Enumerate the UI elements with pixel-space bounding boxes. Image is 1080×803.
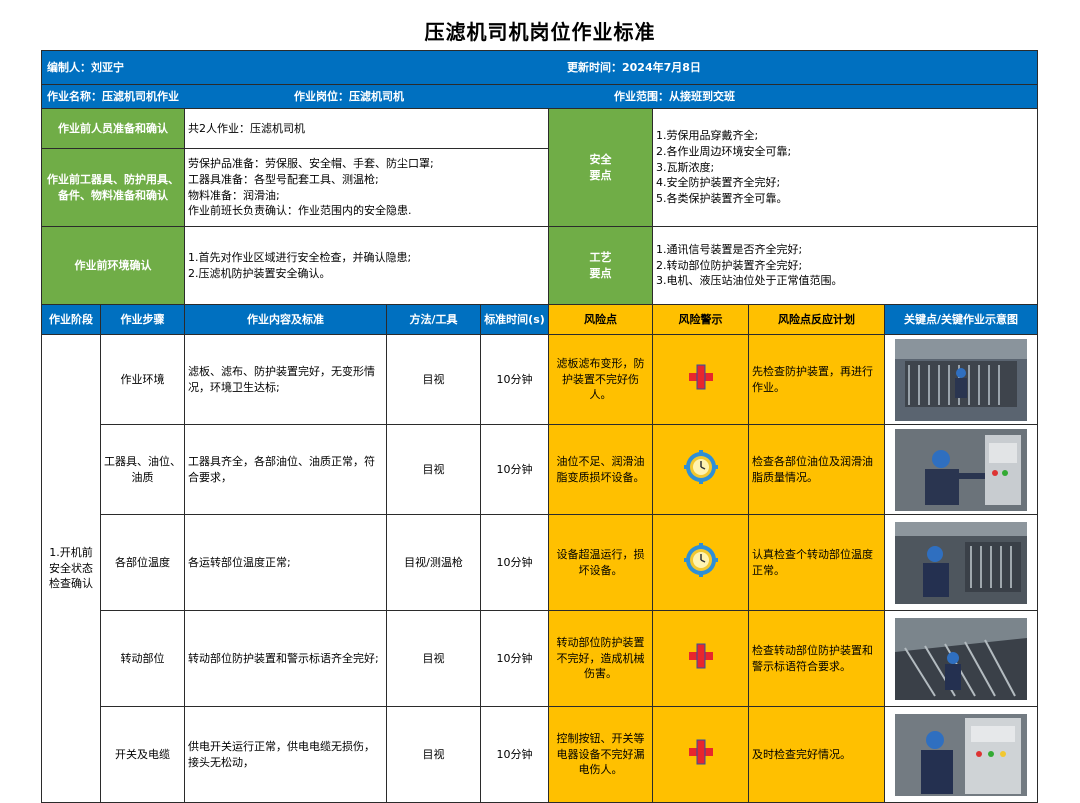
content-cell: 滤板、滤布、防护装置完好，无变形情况，环境卫生达标; xyxy=(184,334,387,425)
table-row: 转动部位 转动部位防护装置和警示标语齐全完好; 目视 10分钟 转动部位防护装置… xyxy=(42,610,1039,707)
risk-cell: 滤板滤布变形，防护装置不完好伤人。 xyxy=(548,334,653,425)
table-row: 开关及电缆 供电开关运行正常，供电电缆无损伤，接头无松动， 目视 10分钟 控制… xyxy=(42,706,1039,803)
risk-cell: 转动部位防护装置不完好，造成机械伤害。 xyxy=(548,610,653,707)
diagram-photo xyxy=(883,706,1039,803)
method-cell: 目视 xyxy=(386,424,481,515)
diagram-photo xyxy=(883,610,1039,707)
risk-cell: 油位不足、润滑油脂变质损坏设备。 xyxy=(548,424,653,515)
content-cell: 供电开关运行正常，供电电缆无损伤，接头无松动， xyxy=(184,706,387,803)
content-cell: 转动部位防护装置和警示标语齐全完好; xyxy=(184,610,387,707)
plan-cell: 先检查防护装置，再进行作业。 xyxy=(748,334,885,425)
diagram-photo xyxy=(883,514,1039,611)
col-warning: 风险警示 xyxy=(652,304,749,335)
step-cell: 开关及电缆 xyxy=(100,706,185,803)
plan-cell: 检查转动部位防护装置和警示标语符合要求。 xyxy=(748,610,885,707)
editor-label: 编制人：刘亚宁 xyxy=(47,60,124,74)
tools-label: 作业前工器具、防护用具、备件、物料准备和确认 xyxy=(41,148,185,227)
col-stage: 作业阶段 xyxy=(41,304,101,335)
table-row: 各部位温度 各运转部位温度正常; 目视/测温枪 10分钟 设备超温运行，损坏设备… xyxy=(42,514,1039,611)
col-risk: 风险点 xyxy=(548,304,653,335)
process-points: 1.通讯信号装置是否齐全完好; 2.转动部位防护装置齐全完好; 3.电机、液压站… xyxy=(651,226,1039,305)
safety-label: 安全 要点 xyxy=(548,108,653,227)
job-name-label: 作业名称：压滤机司机作业 xyxy=(47,89,179,103)
table-row: 工器具、油位、油质 工器具齐全，各部油位、油质正常，符合要求， 目视 10分钟 … xyxy=(42,424,1039,515)
plan-cell: 认真检查个转动部位温度正常。 xyxy=(748,514,885,611)
step-cell: 作业环境 xyxy=(100,334,185,425)
method-cell: 目视 xyxy=(386,334,481,425)
diagram-photo xyxy=(883,424,1039,515)
gear-clock-icon xyxy=(652,514,749,611)
table-row: 1.开机前安全状态检查确认 作业环境 滤板、滤布、防护装置完好，无变形情况，环境… xyxy=(41,334,1039,803)
page-title: 压滤机司机岗位作业标准 xyxy=(424,20,656,44)
process-label: 工艺 要点 xyxy=(548,226,653,305)
col-time: 标准时间(s) xyxy=(480,304,549,335)
plan-cell: 及时检查完好情况。 xyxy=(748,706,885,803)
method-cell: 目视 xyxy=(386,610,481,707)
col-diagram: 关键点/关键作业示意图 xyxy=(883,304,1039,335)
job-post-label: 作业岗位：压滤机司机 xyxy=(294,89,404,103)
method-cell: 目视 xyxy=(386,706,481,803)
col-method: 方法/工具 xyxy=(386,304,481,335)
header-row-1: 编制人：刘亚宁 更新时间：2024年7月8日 xyxy=(40,50,1039,85)
step-cell: 转动部位 xyxy=(100,610,185,707)
plan-cell: 检查各部位油位及润滑油脂质量情况。 xyxy=(748,424,885,515)
header-row-2: 作业名称：压滤机司机作业 作业岗位：压滤机司机 作业范围：从接班到交班 xyxy=(40,84,1039,109)
risk-cell: 控制按钮、开关等电器设备不完好漏电伤人。 xyxy=(548,706,653,803)
job-scope-label: 作业范围：从接班到交班 xyxy=(614,89,735,103)
col-step: 作业步骤 xyxy=(100,304,185,335)
red-cross-icon xyxy=(652,706,749,803)
diagram-photo xyxy=(883,334,1039,425)
risk-cell: 设备超温运行，损坏设备。 xyxy=(548,514,653,611)
standard-sheet: 编制人：刘亚宁 更新时间：2024年7月8日 作业名称：压滤机司机作业 作业岗位… xyxy=(40,50,1039,803)
gear-clock-icon xyxy=(652,424,749,515)
content-cell: 工器具齐全，各部油位、油质正常，符合要求， xyxy=(184,424,387,515)
time-cell: 10分钟 xyxy=(480,424,549,515)
time-cell: 10分钟 xyxy=(480,706,549,803)
safety-points: 1.劳保用品穿戴齐全; 2.各作业周边环境安全可靠; 3.瓦斯浓度; 4.安全防… xyxy=(651,108,1039,227)
stage-cell: 1.开机前安全状态检查确认 xyxy=(41,334,101,803)
personnel-label: 作业前人员准备和确认 xyxy=(41,108,185,149)
step-cell: 各部位温度 xyxy=(100,514,185,611)
time-cell: 10分钟 xyxy=(480,334,549,425)
updated-label: 更新时间：2024年7月8日 xyxy=(567,60,701,74)
time-cell: 10分钟 xyxy=(480,610,549,707)
time-cell: 10分钟 xyxy=(480,514,549,611)
method-cell: 目视/测温枪 xyxy=(386,514,481,611)
col-plan: 风险点反应计划 xyxy=(748,304,885,335)
personnel-text: 共2人作业：压滤机司机 xyxy=(184,108,549,149)
col-content: 作业内容及标准 xyxy=(184,304,387,335)
step-cell: 工器具、油位、油质 xyxy=(100,424,185,515)
red-cross-icon xyxy=(652,610,749,707)
env-text: 1.首先对作业区域进行安全检查，并确认隐患; 2.压滤机防护装置安全确认。 xyxy=(184,226,549,305)
tools-text: 劳保护品准备：劳保服、安全帽、手套、防尘口罩; 工器具准备：各型号配套工具、测温… xyxy=(184,148,549,227)
env-label: 作业前环境确认 xyxy=(41,226,185,305)
red-cross-icon xyxy=(652,334,749,425)
content-cell: 各运转部位温度正常; xyxy=(184,514,387,611)
